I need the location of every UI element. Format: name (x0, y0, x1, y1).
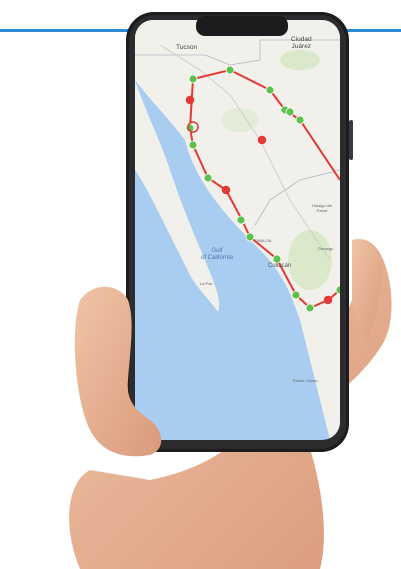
side-button (349, 120, 353, 160)
label-la-paz: La Paz (200, 281, 213, 286)
route-stop-green[interactable] (291, 290, 301, 300)
route-stop-green[interactable] (295, 115, 305, 125)
label-tucson: Tucson (176, 44, 198, 51)
phone-notch (196, 16, 288, 36)
route-stop-green[interactable] (285, 107, 295, 117)
label-pacific-ocean: Pacific Ocean (293, 378, 318, 383)
route-stop-green[interactable] (245, 232, 255, 242)
route-stop-green[interactable] (272, 254, 282, 264)
label-gulf-of-california: Gulf of California (201, 248, 234, 261)
route-stop-red[interactable] (257, 135, 267, 145)
label-durango: Durango (318, 246, 334, 251)
label-ciudad-juarez: Ciudad Juárez (291, 36, 312, 50)
route-stop-green[interactable] (188, 74, 198, 84)
map-screen (135, 20, 340, 440)
route-stop-green[interactable] (236, 215, 246, 225)
route-stop-red[interactable] (185, 95, 195, 105)
route-stop-green[interactable] (305, 303, 315, 313)
route-stop-green[interactable] (188, 140, 198, 150)
route-stop-green[interactable] (265, 85, 275, 95)
label-sinaloa: SINALOA (254, 238, 272, 243)
route-stop-green[interactable] (203, 173, 213, 183)
label-hidalgo-del-parral: Hidalgo del Parral (312, 203, 333, 213)
route-stop-green[interactable] (225, 65, 235, 75)
label-culiacan: Culiacán (268, 263, 292, 269)
route-stop-red[interactable] (323, 295, 333, 305)
route-stop-red[interactable] (221, 185, 231, 195)
